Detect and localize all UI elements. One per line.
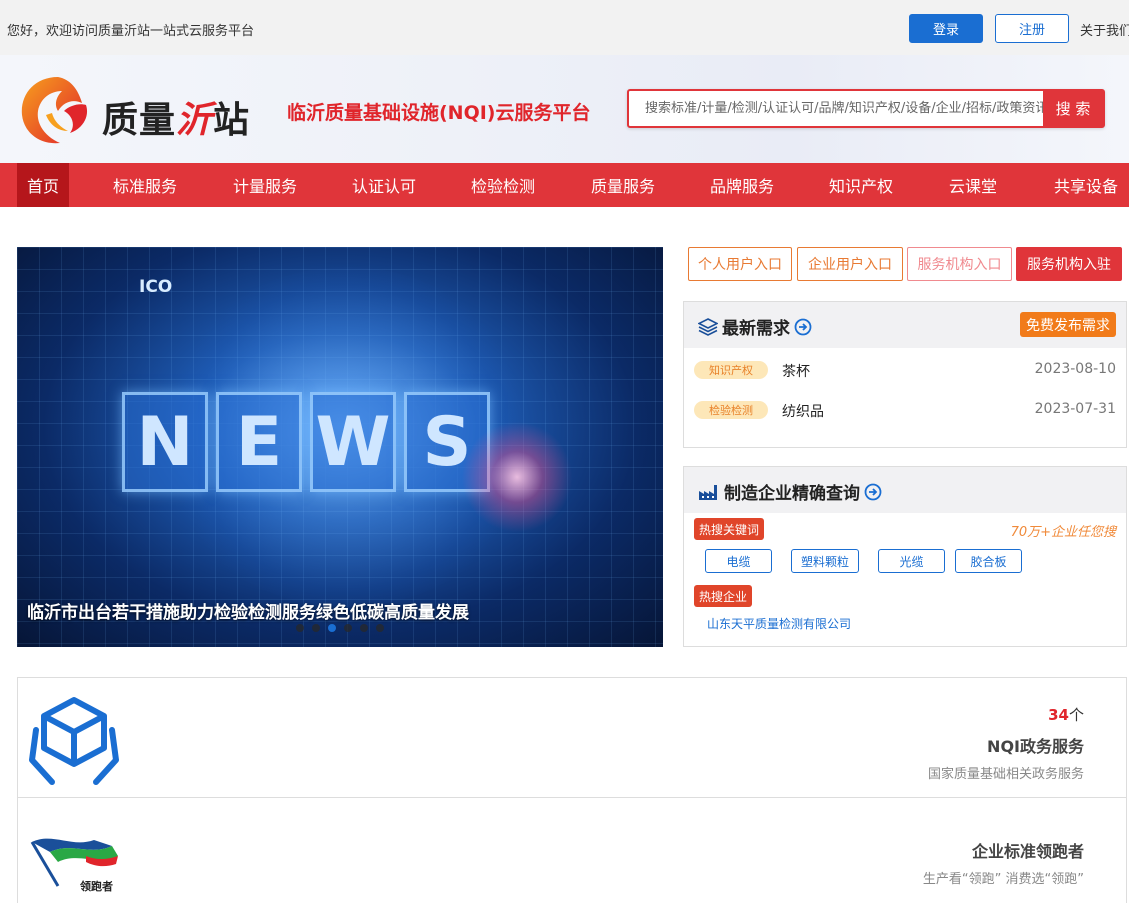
about-link[interactable]: 关于我们 xyxy=(1080,20,1129,39)
service-count-number: 34 xyxy=(1048,706,1069,724)
banner-news-letters: N E W S xyxy=(122,392,490,492)
category-tag: 检验检测 xyxy=(694,401,768,419)
nav-item-standard[interactable]: 标准服务 xyxy=(105,163,185,207)
service-count: 34个 xyxy=(1048,704,1084,725)
standard-leader-card[interactable]: 领跑者 企业标准领跑者 生产看“领跑” 消费选“领跑” xyxy=(17,797,1127,903)
banner-ico-badge: ICO xyxy=(139,277,173,297)
nav-item-ip[interactable]: 知识产权 xyxy=(821,163,901,207)
agency-join-button[interactable]: 服务机构入驻 xyxy=(1016,247,1122,281)
enterprise-user-entry-button[interactable]: 企业用户入口 xyxy=(797,247,903,281)
keyword-chip[interactable]: 光缆 xyxy=(878,549,945,573)
carousel-dots xyxy=(296,624,384,632)
register-button[interactable]: 注册 xyxy=(995,14,1069,43)
search-bar: 搜 索 xyxy=(627,89,1105,128)
list-item[interactable]: 知识产权 茶杯 2023-08-10 xyxy=(694,359,1116,383)
platform-slogan: 临沂质量基础设施(NQI)云服务平台 xyxy=(287,102,591,124)
publish-demand-button[interactable]: 免费发布需求 xyxy=(1020,312,1116,337)
news-banner[interactable]: ICO N E W S 临沂市出台若干措施助力检验检测服务绿色低碳高质量发展 xyxy=(17,247,663,647)
phoenix-logo-icon xyxy=(21,77,88,144)
enterprise-query-panel: 制造企业精确查询 热搜关键词 70万+企业任您搜 电缆 塑料颗粒 光缆 胶合板 … xyxy=(683,466,1127,647)
card-description: 国家质量基础相关政务服务 xyxy=(927,767,1084,782)
nav-item-shared-equipment[interactable]: 共享设备 xyxy=(1048,163,1124,207)
carousel-dot[interactable] xyxy=(344,624,352,632)
hot-company-link[interactable]: 山东天平质量检测有限公司 xyxy=(707,615,851,632)
banner-letter: W xyxy=(310,392,396,492)
demand-date: 2023-08-10 xyxy=(1034,361,1116,377)
banner-letter: E xyxy=(216,392,302,492)
logo-text-part-2: 沂 xyxy=(176,99,214,141)
card-description: 生产看“领跑” 消费选“领跑” xyxy=(922,872,1084,887)
logo-text-part-1: 质量 xyxy=(102,99,177,141)
demand-date: 2023-07-31 xyxy=(1034,401,1116,417)
panel-title[interactable]: 最新需求 xyxy=(698,314,812,339)
hot-keywords-label: 热搜关键词 xyxy=(694,518,765,540)
search-input[interactable] xyxy=(629,91,1043,126)
site-header: 质量沂站 临沂质量基础设施(NQI)云服务平台 搜 索 xyxy=(0,55,1129,163)
search-button[interactable]: 搜 索 xyxy=(1043,91,1103,126)
keyword-chip[interactable]: 电缆 xyxy=(705,549,772,573)
panel-title-text: 制造企业精确查询 xyxy=(724,484,860,504)
carousel-dot[interactable] xyxy=(360,624,368,632)
welcome-text: 您好，欢迎访问质量沂站一站式云服务平台 xyxy=(7,24,255,39)
hot-company-label: 热搜企业 xyxy=(694,585,753,607)
card-title[interactable]: 企业标准领跑者 xyxy=(972,838,1084,862)
nav-item-inspection[interactable]: 检验检测 xyxy=(463,163,543,207)
agency-entry-button[interactable]: 服务机构入口 xyxy=(907,247,1012,281)
enterprise-count-tip: 70万+企业任您搜 xyxy=(1010,525,1116,540)
leader-logo-text: 领跑者 xyxy=(80,880,113,893)
login-button[interactable]: 登录 xyxy=(909,14,983,43)
keyword-chip[interactable]: 胶合板 xyxy=(955,549,1022,573)
service-count-unit: 个 xyxy=(1068,706,1084,724)
panel-header: 最新需求 免费发布需求 xyxy=(684,302,1126,348)
factory-icon xyxy=(699,484,717,500)
demand-name[interactable]: 茶杯 xyxy=(782,361,810,381)
category-tag: 知识产权 xyxy=(694,361,768,379)
panel-header: 制造企业精确查询 xyxy=(684,467,1126,513)
demand-name[interactable]: 纺织品 xyxy=(782,401,824,421)
nav-item-certification[interactable]: 认证认可 xyxy=(344,163,424,207)
keyword-chip[interactable]: 塑料颗粒 xyxy=(791,549,859,573)
top-bar: 您好，欢迎访问质量沂站一站式云服务平台 登录 注册 关于我们 xyxy=(0,0,1129,55)
personal-user-entry-button[interactable]: 个人用户入口 xyxy=(688,247,792,281)
banner-letter: N xyxy=(122,392,208,492)
box-in-hands-icon xyxy=(29,697,119,785)
nav-item-brand[interactable]: 品牌服务 xyxy=(702,163,782,207)
layers-icon xyxy=(698,317,718,336)
logo-text-part-3: 站 xyxy=(213,99,251,141)
logo-text: 质量沂站 xyxy=(102,91,250,143)
arrow-right-circle-icon[interactable] xyxy=(864,483,882,501)
nav-item-cloud-class[interactable]: 云课堂 xyxy=(941,163,1005,207)
banner-light-flare xyxy=(457,417,577,537)
carousel-dot[interactable] xyxy=(312,624,320,632)
site-logo[interactable]: 质量沂站 xyxy=(16,69,276,149)
arrow-right-circle-icon[interactable] xyxy=(794,318,812,336)
main-nav: 首页 标准服务 计量服务 认证认可 检验检测 质量服务 品牌服务 知识产权 云课… xyxy=(0,163,1129,207)
list-item[interactable]: 检验检测 纺织品 2023-07-31 xyxy=(694,399,1116,423)
card-title[interactable]: NQI政务服务 xyxy=(987,733,1084,757)
panel-title[interactable]: 制造企业精确查询 xyxy=(698,479,882,504)
panel-title-text: 最新需求 xyxy=(722,319,790,339)
carousel-dot[interactable] xyxy=(296,624,304,632)
banner-caption[interactable]: 临沂市出台若干措施助力检验检测服务绿色低碳高质量发展 xyxy=(27,598,469,623)
nav-item-quality[interactable]: 质量服务 xyxy=(583,163,663,207)
nav-item-home[interactable]: 首页 xyxy=(17,163,69,207)
carousel-dot-active[interactable] xyxy=(328,624,336,632)
nqi-government-service-card[interactable]: 34个 NQI政务服务 国家质量基础相关政务服务 xyxy=(17,677,1127,798)
latest-demand-panel: 最新需求 免费发布需求 知识产权 茶杯 2023-08-10 检验检测 纺织品 … xyxy=(683,301,1127,448)
nav-item-metrology[interactable]: 计量服务 xyxy=(225,163,305,207)
carousel-dot[interactable] xyxy=(376,624,384,632)
